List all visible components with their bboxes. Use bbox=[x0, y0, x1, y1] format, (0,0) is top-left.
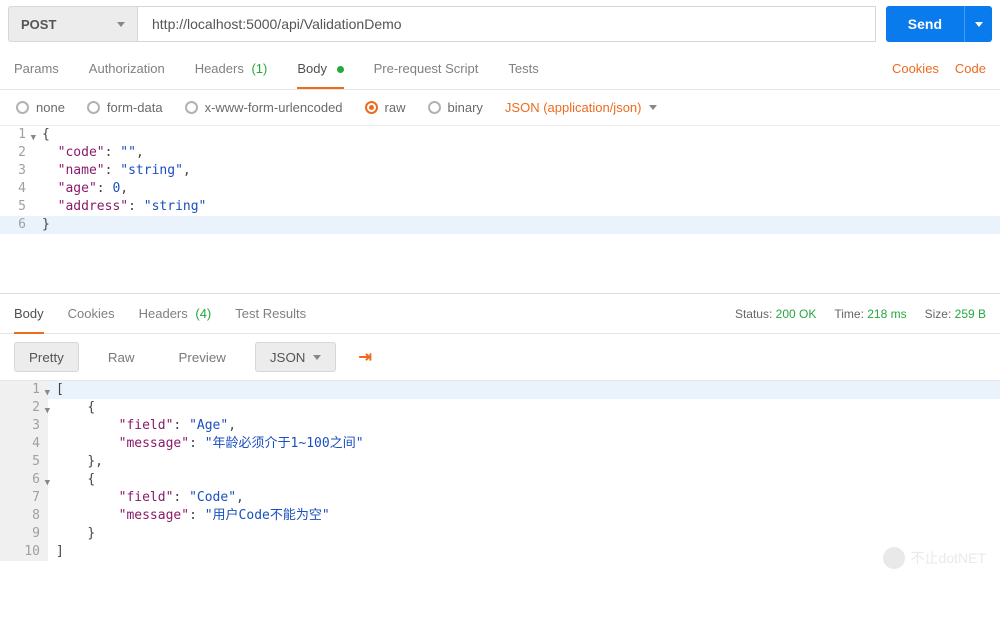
line-wrap-icon[interactable]: ⇥ bbox=[350, 343, 379, 371]
resp-tab-body[interactable]: Body bbox=[14, 294, 44, 333]
code-line: 5 }, bbox=[0, 453, 1000, 471]
url-input[interactable] bbox=[138, 6, 876, 42]
chevron-down-icon bbox=[313, 355, 321, 360]
format-select[interactable]: JSON bbox=[255, 342, 337, 372]
resp-tab-cookies[interactable]: Cookies bbox=[68, 294, 115, 333]
response-header: Body Cookies Headers (4) Test Results St… bbox=[0, 294, 1000, 334]
cookies-link[interactable]: Cookies bbox=[892, 61, 939, 76]
format-label: JSON bbox=[270, 350, 306, 365]
response-body-viewer[interactable]: 1▼[2▼ {3 "field": "Age",4 "message": "年龄… bbox=[0, 380, 1000, 561]
response-toolbar: Pretty Raw Preview JSON ⇥ bbox=[0, 334, 1000, 380]
resp-tab-headers[interactable]: Headers (4) bbox=[139, 294, 212, 333]
tab-tests[interactable]: Tests bbox=[508, 49, 538, 88]
size-value: 259 B bbox=[955, 307, 986, 321]
dot-indicator-icon bbox=[337, 66, 344, 73]
request-bar: POST Send bbox=[0, 0, 1000, 48]
chevron-down-icon bbox=[649, 105, 657, 110]
resp-tab-test-results[interactable]: Test Results bbox=[235, 294, 306, 333]
code-line: 1▼{ bbox=[0, 126, 1000, 144]
http-method-select[interactable]: POST bbox=[8, 6, 138, 42]
resp-headers-count: (4) bbox=[195, 306, 211, 321]
http-method-value: POST bbox=[21, 17, 56, 32]
radio-icon bbox=[87, 101, 100, 114]
code-line: 4 "age": 0, bbox=[0, 180, 1000, 198]
chevron-down-icon bbox=[975, 22, 983, 27]
body-type-row: none form-data x-www-form-urlencoded raw… bbox=[0, 90, 1000, 126]
code-line: 7 "field": "Code", bbox=[0, 489, 1000, 507]
send-button-group: Send bbox=[886, 6, 992, 42]
code-line: 4 "message": "年龄必须介于1~100之间" bbox=[0, 435, 1000, 453]
radio-raw[interactable]: raw bbox=[365, 100, 406, 115]
code-line: 6} bbox=[0, 216, 1000, 234]
tab-authorization[interactable]: Authorization bbox=[89, 49, 165, 88]
radio-binary[interactable]: binary bbox=[428, 100, 483, 115]
tab-params[interactable]: Params bbox=[14, 49, 59, 88]
raw-button[interactable]: Raw bbox=[93, 342, 150, 372]
radio-form-data[interactable]: form-data bbox=[87, 100, 163, 115]
response-meta: Status: 200 OK Time: 218 ms Size: 259 B bbox=[735, 307, 986, 321]
radio-icon bbox=[365, 101, 378, 114]
tab-headers-label: Headers bbox=[195, 61, 244, 76]
code-line: 1▼[ bbox=[0, 381, 1000, 399]
tab-prerequest[interactable]: Pre-request Script bbox=[374, 49, 479, 88]
status-value: 200 OK bbox=[776, 307, 817, 321]
time-value: 218 ms bbox=[867, 307, 906, 321]
send-button[interactable]: Send bbox=[886, 6, 964, 42]
code-line: 5 "address": "string" bbox=[0, 198, 1000, 216]
tab-body[interactable]: Body bbox=[297, 49, 343, 88]
radio-icon bbox=[16, 101, 29, 114]
send-options-button[interactable] bbox=[964, 6, 992, 42]
radio-icon bbox=[185, 101, 198, 114]
tab-headers[interactable]: Headers (1) bbox=[195, 49, 268, 88]
chevron-down-icon bbox=[117, 22, 125, 27]
resp-tab-headers-label: Headers bbox=[139, 306, 188, 321]
code-line: 10] bbox=[0, 543, 1000, 561]
tab-body-label: Body bbox=[297, 61, 327, 76]
code-line: 9 } bbox=[0, 525, 1000, 543]
radio-urlencoded[interactable]: x-www-form-urlencoded bbox=[185, 100, 343, 115]
code-line: 3 "field": "Age", bbox=[0, 417, 1000, 435]
radio-none[interactable]: none bbox=[16, 100, 65, 115]
code-link[interactable]: Code bbox=[955, 61, 986, 76]
code-line: 8 "message": "用户Code不能为空" bbox=[0, 507, 1000, 525]
request-body-editor[interactable]: 1▼{2 "code": "",3 "name": "string",4 "ag… bbox=[0, 126, 1000, 294]
code-line: 6▼ { bbox=[0, 471, 1000, 489]
headers-count: (1) bbox=[251, 61, 267, 76]
content-type-select[interactable]: JSON (application/json) bbox=[505, 100, 658, 115]
code-line: 2 "code": "", bbox=[0, 144, 1000, 162]
code-line: 2▼ { bbox=[0, 399, 1000, 417]
code-line: 3 "name": "string", bbox=[0, 162, 1000, 180]
content-type-label: JSON (application/json) bbox=[505, 100, 642, 115]
pretty-button[interactable]: Pretty bbox=[14, 342, 79, 372]
preview-button[interactable]: Preview bbox=[163, 342, 240, 372]
request-tabs: Params Authorization Headers (1) Body Pr… bbox=[0, 48, 1000, 90]
radio-icon bbox=[428, 101, 441, 114]
